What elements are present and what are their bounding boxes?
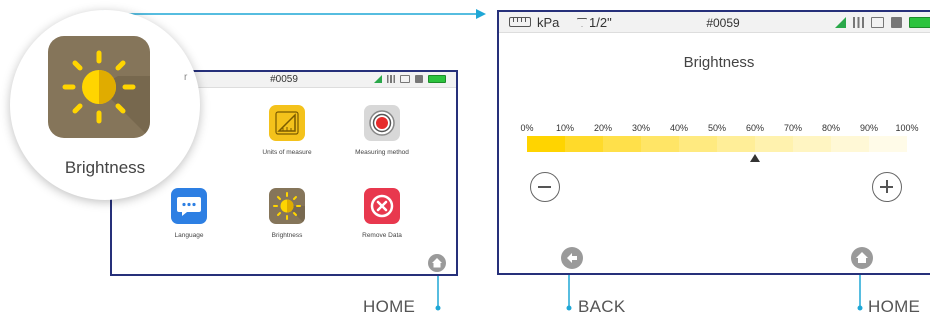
app-label: Brightness (271, 232, 303, 239)
home-button[interactable] (851, 247, 873, 269)
brightness-segment[interactable] (869, 136, 907, 152)
percent-label: 50% (707, 123, 727, 133)
plus-icon-vertical (885, 180, 888, 193)
back-arrow-icon (567, 253, 577, 263)
printer-icon (415, 75, 423, 83)
callout-home-right: HOME (868, 297, 921, 316)
home-right-dot (857, 305, 863, 311)
back-button[interactable] (561, 247, 583, 269)
delete-x-icon (364, 188, 400, 224)
brightness-segment[interactable] (755, 136, 793, 152)
brightness-segment[interactable] (641, 136, 679, 152)
percent-label: 70% (783, 123, 803, 133)
percent-label: 0% (520, 123, 534, 133)
signal-icon (853, 17, 864, 28)
sd-card-icon (871, 17, 884, 28)
home-icon (432, 258, 442, 268)
slider-marker[interactable] (750, 154, 760, 162)
zoom-arrowhead (476, 9, 486, 19)
speech-bubble-icon (171, 188, 207, 224)
sun-icon (269, 188, 305, 224)
percent-label: 60% (745, 123, 765, 133)
percent-label: 10% (555, 123, 575, 133)
decrease-button[interactable] (530, 172, 560, 202)
brightness-segment[interactable] (831, 136, 869, 152)
app-remove-data[interactable]: Remove Data (337, 188, 427, 239)
brightness-segment[interactable] (679, 136, 717, 152)
figure: #0059 Units of measure Measuring method (0, 0, 930, 322)
brightness-segment[interactable] (793, 136, 831, 152)
callout-home-left: HOME (363, 297, 416, 316)
wifi-icon (374, 75, 382, 83)
partial-status-text: r (184, 72, 188, 83)
increase-button[interactable] (872, 172, 902, 202)
brightness-segment[interactable] (565, 136, 603, 152)
zoom-magnifier: r Brightness (10, 10, 200, 200)
percent-label: 100% (895, 123, 919, 133)
sd-card-icon (400, 75, 410, 83)
status-icons (835, 17, 930, 28)
brightness-segment[interactable] (717, 136, 755, 152)
brightness-screen: kPa 1/2" #0059 Brightness 0% 10% 20% 30% 40%… (497, 10, 930, 275)
percent-label: 80% (821, 123, 841, 133)
app-label: Language (174, 232, 204, 239)
app-label: Units of measure (262, 149, 312, 156)
percent-label: 90% (859, 123, 879, 133)
magnifier-label: Brightness (64, 158, 146, 177)
page-title: Brightness (683, 54, 755, 71)
app-label: Remove Data (362, 232, 402, 239)
minus-icon (538, 186, 551, 188)
back-dot (566, 305, 572, 311)
app-units-of-measure[interactable]: Units of measure (242, 105, 332, 156)
wifi-icon (835, 17, 846, 28)
home-left-dot (435, 305, 441, 311)
printer-icon (891, 17, 902, 28)
sun-icon (48, 36, 150, 138)
percent-label: 30% (631, 123, 651, 133)
battery-icon (428, 75, 446, 83)
app-brightness[interactable]: Brightness (242, 188, 332, 239)
callout-back: BACK (578, 297, 626, 316)
percent-label: 20% (593, 123, 613, 133)
app-measuring-method[interactable]: Measuring method (337, 105, 427, 156)
target-icon (364, 105, 400, 141)
brightness-segment[interactable] (527, 136, 565, 152)
status-icons (374, 75, 446, 83)
home-icon (856, 252, 868, 263)
app-label: Measuring method (355, 149, 409, 156)
brightness-slider[interactable] (527, 136, 907, 152)
ruler-triangle-icon (269, 105, 305, 141)
percent-label: 40% (669, 123, 689, 133)
battery-icon (909, 17, 930, 28)
signal-icon (387, 75, 395, 83)
home-button[interactable] (428, 254, 446, 272)
app-language[interactable]: Language (144, 188, 234, 239)
brightness-segment[interactable] (603, 136, 641, 152)
status-bar: kPa 1/2" #0059 (499, 12, 930, 33)
